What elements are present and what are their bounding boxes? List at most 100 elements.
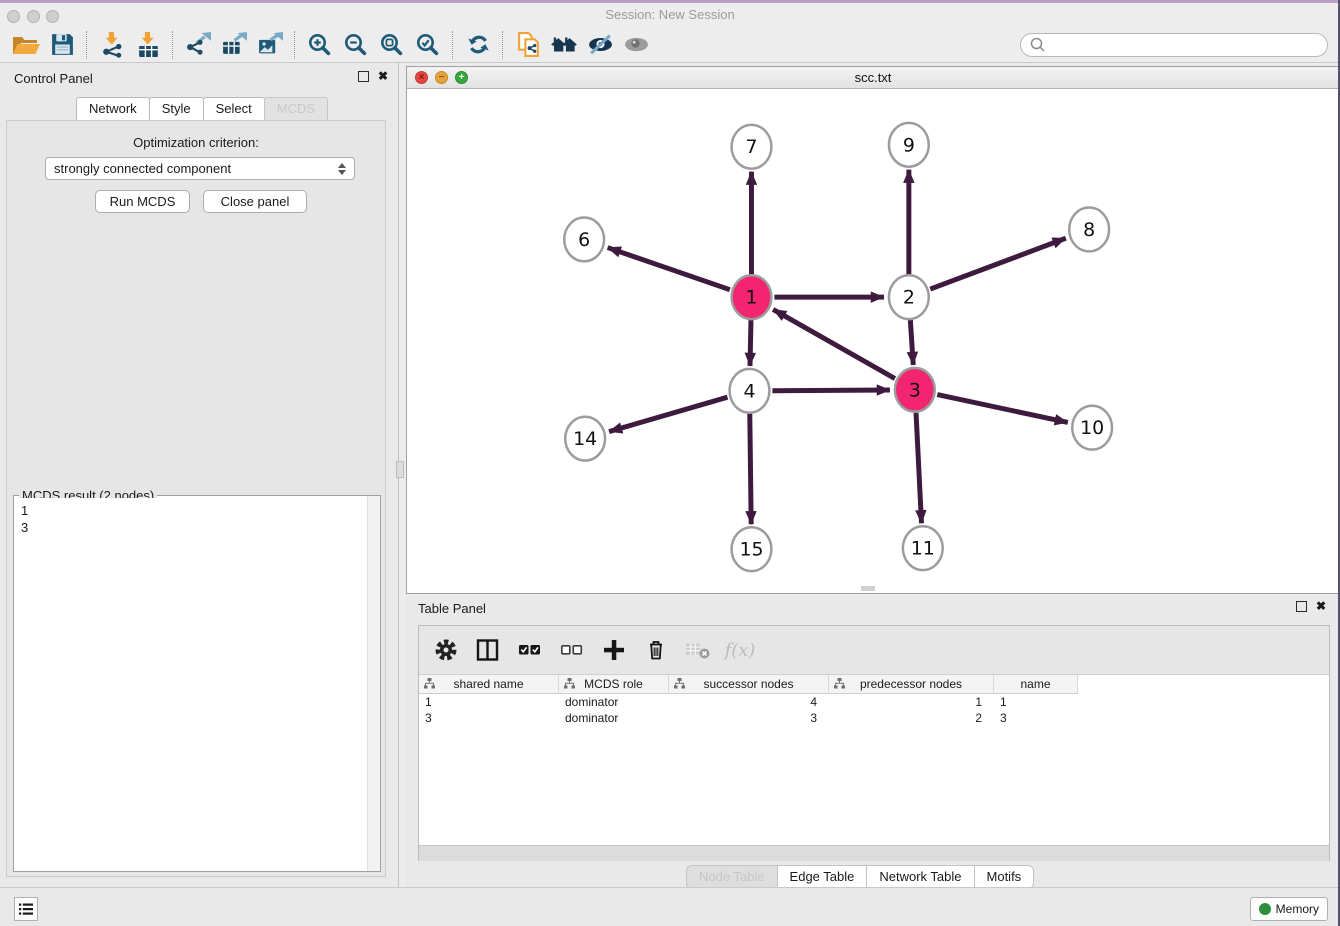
add-column-icon[interactable] [599, 635, 629, 665]
table-hscrollbar[interactable] [419, 845, 1329, 861]
graph-edge[interactable] [937, 395, 1068, 423]
search-box[interactable] [1020, 33, 1328, 57]
table-row[interactable]: 1dominator411 [419, 694, 1329, 710]
network-window-titlebar[interactable]: × − + scc.txt [407, 67, 1339, 89]
tab-edge-table[interactable]: Edge Table [777, 865, 868, 889]
tab-style[interactable]: Style [149, 97, 204, 121]
task-history-button[interactable] [14, 897, 38, 921]
graph-node[interactable]: 8 [1069, 208, 1109, 252]
open-file-icon[interactable] [8, 30, 44, 60]
graph-edge[interactable] [773, 309, 895, 378]
result-scrollbar[interactable] [367, 496, 380, 871]
tab-network-table[interactable]: Network Table [866, 865, 974, 889]
save-session-icon[interactable] [44, 30, 80, 60]
zoom-out-icon[interactable] [338, 30, 374, 60]
table-cell[interactable]: 3 [994, 710, 1078, 726]
import-table-icon[interactable] [130, 30, 166, 60]
column-header-name[interactable]: name [994, 675, 1078, 694]
network-canvas[interactable]: 7 9 6 8 1 2 4 3 14 10 15 11 [407, 89, 1339, 593]
graph-edge[interactable] [930, 238, 1066, 289]
network-close-button[interactable]: × [415, 71, 428, 84]
close-table-panel-icon[interactable]: ✖ [1316, 601, 1326, 612]
toolbar-separator [172, 31, 174, 59]
graph-edge[interactable] [772, 390, 890, 391]
column-header-predecessor-nodes[interactable]: predecessor nodes [829, 675, 994, 694]
table-cell[interactable]: 1 [829, 694, 994, 710]
column-header-successor-nodes[interactable]: successor nodes [669, 675, 829, 694]
splitter-grip[interactable] [396, 461, 404, 478]
tab-network[interactable]: Network [76, 97, 150, 121]
memory-button[interactable]: Memory [1250, 897, 1328, 921]
export-table-icon[interactable] [216, 30, 252, 60]
unselect-all-columns-icon[interactable] [557, 635, 587, 665]
graph-node[interactable]: 10 [1072, 406, 1112, 450]
table-cell[interactable]: 2 [829, 710, 994, 726]
zoom-in-icon[interactable] [302, 30, 338, 60]
zoom-window-button[interactable] [46, 10, 59, 23]
tab-motifs[interactable]: Motifs [974, 865, 1035, 889]
graph-node[interactable]: 14 [565, 417, 605, 461]
graph-node[interactable]: 6 [564, 217, 604, 261]
float-table-panel-icon[interactable] [1296, 601, 1307, 612]
minimize-window-button[interactable] [27, 10, 40, 23]
column-layout-icon[interactable] [473, 635, 503, 665]
import-network-icon[interactable] [94, 30, 130, 60]
table-cell[interactable]: dominator [559, 694, 669, 710]
tab-node-table[interactable]: Node Table [686, 865, 778, 889]
graph-node[interactable]: 11 [903, 526, 943, 570]
table-cell[interactable]: dominator [559, 710, 669, 726]
graph-edge[interactable] [609, 397, 727, 431]
svg-text:4: 4 [743, 380, 755, 402]
zoom-fit-icon[interactable] [374, 30, 410, 60]
column-header-mcds-role[interactable]: MCDS role [559, 675, 669, 694]
network-zoom-button[interactable]: + [455, 71, 468, 84]
home-icon[interactable] [546, 30, 582, 60]
eye-icon[interactable] [618, 30, 654, 60]
tab-mcds[interactable]: MCDS [264, 97, 328, 121]
run-mcds-button[interactable]: Run MCDS [95, 190, 190, 213]
graph-node[interactable]: 3 [895, 368, 935, 412]
table-cell[interactable]: 4 [669, 694, 829, 710]
close-panel-icon[interactable]: ✖ [378, 71, 388, 82]
column-header-shared-name[interactable]: shared name [419, 675, 559, 694]
delete-column-icon[interactable] [641, 635, 671, 665]
graph-node[interactable]: 1 [732, 275, 772, 319]
memory-status-icon [1259, 903, 1271, 915]
search-input[interactable] [1050, 36, 1319, 53]
graph-node[interactable]: 9 [889, 123, 929, 167]
table-row[interactable]: 3dominator323 [419, 710, 1329, 726]
close-panel-button[interactable]: Close panel [203, 190, 307, 213]
criterion-dropdown[interactable]: strongly connected component [45, 157, 355, 180]
graph-node[interactable]: 4 [730, 369, 770, 413]
select-all-columns-icon[interactable] [515, 635, 545, 665]
table-cell[interactable]: 3 [669, 710, 829, 726]
svg-text:15: 15 [739, 539, 763, 561]
gear-icon[interactable] [431, 635, 461, 665]
network-graph-container[interactable]: 7 9 6 8 1 2 4 3 14 10 15 11 [407, 89, 1339, 593]
network-graph[interactable]: 7 9 6 8 1 2 4 3 14 10 15 11 [407, 89, 1339, 593]
canvas-scroll-grip[interactable] [861, 586, 875, 591]
graph-node[interactable]: 7 [732, 125, 772, 169]
export-network-icon[interactable] [180, 30, 216, 60]
float-panel-icon[interactable] [358, 71, 369, 82]
table-cell[interactable]: 1 [419, 694, 559, 710]
graph-edge[interactable] [910, 320, 913, 365]
graph-node[interactable]: 2 [889, 275, 929, 319]
eye-slash-icon[interactable] [582, 30, 618, 60]
zoom-selected-icon[interactable] [410, 30, 446, 60]
graph-edge[interactable] [608, 248, 730, 290]
clone-network-icon[interactable] [510, 30, 546, 60]
table-panel-title: Table Panel [418, 601, 486, 616]
close-window-button[interactable] [7, 10, 20, 23]
graph-edge[interactable] [916, 413, 921, 524]
network-minimize-button[interactable]: − [435, 71, 448, 84]
graph-node[interactable]: 15 [732, 527, 772, 571]
table-cell[interactable]: 1 [994, 694, 1078, 710]
tab-select[interactable]: Select [203, 97, 265, 121]
export-image-icon[interactable] [252, 30, 288, 60]
refresh-view-icon[interactable] [460, 30, 496, 60]
table-cell[interactable]: 3 [419, 710, 559, 726]
graph-edge[interactable] [750, 414, 751, 525]
mcds-result-text[interactable]: 13 [15, 498, 367, 870]
graph-edge[interactable] [750, 320, 751, 366]
